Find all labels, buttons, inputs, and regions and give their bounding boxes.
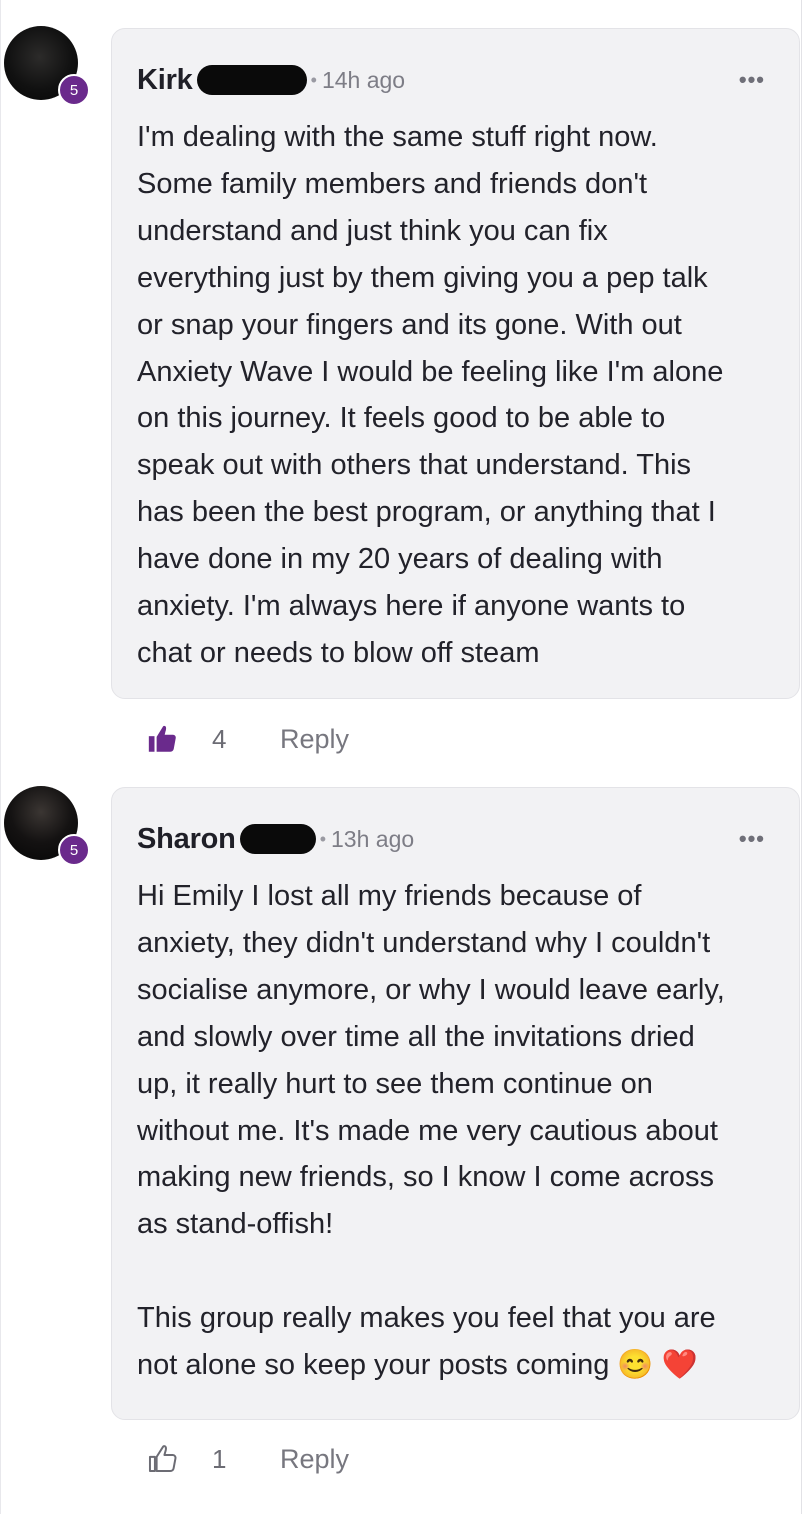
author-name[interactable]: Sharon — [137, 823, 236, 856]
avatar[interactable]: 5 — [4, 26, 90, 110]
comment-text: Hi Emily I lost all my friends because o… — [137, 880, 725, 1382]
like-count: 4 — [212, 723, 227, 754]
separator-dot: • — [310, 69, 317, 90]
redaction-mark — [196, 65, 307, 95]
avatar[interactable]: 5 — [4, 786, 90, 870]
comment-header: Sharon • 13h ago — [137, 823, 777, 856]
comment-actions: 4 Reply — [146, 719, 349, 759]
reply-button[interactable]: Reply — [280, 724, 349, 755]
comment-bubble: Sharon • 13h ago ••• Hi Emily I lost all… — [111, 787, 800, 1420]
separator-dot: • — [319, 828, 327, 849]
thumbs-up-filled-icon[interactable] — [146, 722, 180, 756]
author-name[interactable]: Kirk — [137, 64, 193, 97]
redaction-mark — [239, 824, 316, 854]
comment-kirk: 5 Kirk • 14h ago ••• I'm dealing with th… — [0, 0, 804, 780]
level-badge: 5 — [58, 74, 90, 106]
level-badge: 5 — [58, 834, 90, 866]
reply-button[interactable]: Reply — [280, 1444, 349, 1475]
like-count: 1 — [212, 1443, 227, 1474]
comment-bubble: Kirk • 14h ago ••• I'm dealing with the … — [111, 28, 800, 699]
comment-header: Kirk • 14h ago — [137, 64, 777, 97]
timestamp: 13h ago — [331, 825, 415, 852]
comment-text: I'm dealing with the same stuff right no… — [137, 121, 724, 669]
more-options-icon[interactable]: ••• — [739, 828, 765, 850]
comment-sharon: 5 Sharon • 13h ago ••• Hi Emily I lost a… — [0, 780, 804, 1514]
comment-actions: 1 Reply — [146, 1439, 349, 1479]
timestamp: 14h ago — [321, 66, 406, 93]
thumbs-up-outline-icon[interactable] — [146, 1442, 180, 1476]
more-options-icon[interactable]: ••• — [739, 69, 765, 91]
